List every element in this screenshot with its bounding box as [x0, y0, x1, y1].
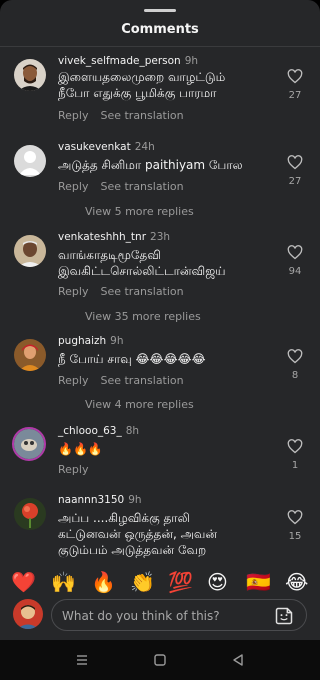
comment-time: 9h	[128, 494, 142, 506]
reaction-fire[interactable]: 🔥	[91, 570, 116, 594]
see-translation-button[interactable]: See translation	[100, 109, 183, 122]
see-translation-button[interactable]: See translation	[100, 285, 183, 298]
comment-time: 23h	[150, 231, 171, 243]
quick-reactions: ❤️ 🙌 🔥 👏 💯 😍 🇪🇸 😂	[0, 568, 320, 596]
comment-username[interactable]: vivek_selfmade_person	[58, 55, 181, 67]
comment-text: அடுத்த சினிமா paithiyam போல	[58, 158, 243, 172]
see-translation-button[interactable]: See translation	[100, 180, 183, 193]
like-count: 8	[291, 370, 299, 381]
comment-actions: Reply See translation	[58, 374, 196, 387]
like-button[interactable]: 94	[285, 245, 305, 277]
reaction-heart[interactable]: ❤️	[11, 570, 36, 594]
like-count: 15	[288, 531, 302, 542]
avatar[interactable]	[14, 498, 46, 530]
comment-username[interactable]: _chlooo_63_	[58, 425, 122, 437]
reaction-flag-spain[interactable]: 🇪🇸	[246, 570, 271, 594]
home-icon[interactable]	[152, 652, 168, 668]
comment-meta: venkateshhh_tnr 23h	[58, 231, 170, 243]
comment-text: இளையதலைமுறை வாழட்டும் நீபோ எதுக்கு பூமிக…	[58, 70, 226, 100]
see-translation-button[interactable]: See translation	[100, 374, 183, 387]
comment-actions: Reply See translation	[58, 285, 196, 298]
heart-outline-icon	[287, 245, 303, 260]
avatar[interactable]	[14, 235, 46, 267]
reaction-heart-eyes[interactable]: 😍	[207, 570, 228, 594]
avatar[interactable]	[14, 59, 46, 91]
like-button[interactable]: 1	[285, 439, 305, 471]
heart-outline-icon	[287, 510, 303, 525]
reaction-clap[interactable]: 👏	[130, 570, 155, 594]
comment-list[interactable]: vivek_selfmade_person 9h இளையதலைமுறை வாழட…	[0, 47, 320, 565]
comment-composer	[0, 598, 320, 634]
comment-text: அப்ப ....கிழவிக்கு தாலி கட்டுனவன் ஒருத்த…	[58, 511, 218, 557]
reaction-raised-hands[interactable]: 🙌	[51, 570, 76, 594]
reply-button[interactable]: Reply	[58, 180, 88, 193]
heart-outline-icon	[287, 439, 303, 454]
recents-icon[interactable]	[74, 652, 90, 668]
sheet-title: Comments	[121, 22, 199, 37]
avatar[interactable]	[14, 339, 46, 371]
like-count: 1	[291, 460, 299, 471]
like-button[interactable]: 8	[285, 349, 305, 381]
like-count: 27	[288, 176, 302, 187]
like-button[interactable]: 27	[285, 155, 305, 187]
view-more-replies[interactable]: View 35 more replies	[85, 310, 201, 323]
like-count: 27	[288, 90, 302, 101]
comment-actions: Reply See translation	[58, 109, 196, 122]
back-icon[interactable]	[230, 652, 246, 668]
comments-sheet: Comments vivek_selfmade_person 9h இளையதலை…	[0, 0, 320, 640]
system-nav-bar	[0, 640, 320, 680]
comment-time: 8h	[125, 425, 140, 437]
comment-username[interactable]: pughaizh	[58, 335, 106, 347]
comment-input[interactable]	[62, 607, 262, 625]
like-count: 94	[288, 266, 302, 277]
view-more-replies[interactable]: View 4 more replies	[85, 398, 194, 411]
reply-button[interactable]: Reply	[58, 374, 88, 387]
comment-username[interactable]: venkateshhh_tnr	[58, 231, 146, 243]
avatar-with-story[interactable]	[12, 427, 46, 461]
reply-button[interactable]: Reply	[58, 109, 88, 122]
sticker-icon[interactable]	[274, 606, 294, 626]
comment-meta: vasukevenkat 24h	[58, 141, 155, 153]
heart-outline-icon	[287, 349, 303, 364]
comment-text: நீ போய் சாவு 😂😂😂😂😂	[58, 352, 206, 366]
heart-outline-icon	[287, 155, 303, 170]
comment-username[interactable]: naannn3150	[58, 494, 124, 506]
comment-time: 24h	[134, 141, 155, 153]
comment-input-box	[51, 599, 307, 631]
like-button[interactable]: 27	[285, 69, 305, 101]
drag-handle[interactable]	[144, 9, 176, 12]
current-user-avatar[interactable]	[13, 599, 43, 629]
comment-meta: naannn3150 9h	[58, 494, 142, 506]
avatar[interactable]	[14, 145, 46, 177]
comment-meta: _chlooo_63_ 8h	[58, 425, 139, 437]
comment-username[interactable]: vasukevenkat	[58, 141, 131, 153]
reaction-hundred[interactable]: 💯	[168, 570, 193, 594]
comment-actions: Reply See translation	[58, 180, 196, 193]
comment-meta: vivek_selfmade_person 9h	[58, 55, 198, 67]
comment-text: 🔥🔥🔥	[58, 442, 103, 456]
reply-button[interactable]: Reply	[58, 285, 88, 298]
comment-actions: Reply	[58, 463, 100, 476]
comment-time: 9h	[110, 335, 124, 347]
comment-meta: pughaizh 9h	[58, 335, 124, 347]
reply-button[interactable]: Reply	[58, 463, 88, 476]
like-button[interactable]: 15	[285, 510, 305, 542]
heart-outline-icon	[287, 69, 303, 84]
comment-time: 9h	[184, 55, 199, 67]
reaction-laughing[interactable]: 😂	[285, 570, 308, 594]
view-more-replies[interactable]: View 5 more replies	[85, 205, 194, 218]
comment-text: வாங்காதடிமூதேவி இவகிட்டசொல்லிட்டான்விஜய்	[58, 248, 226, 278]
